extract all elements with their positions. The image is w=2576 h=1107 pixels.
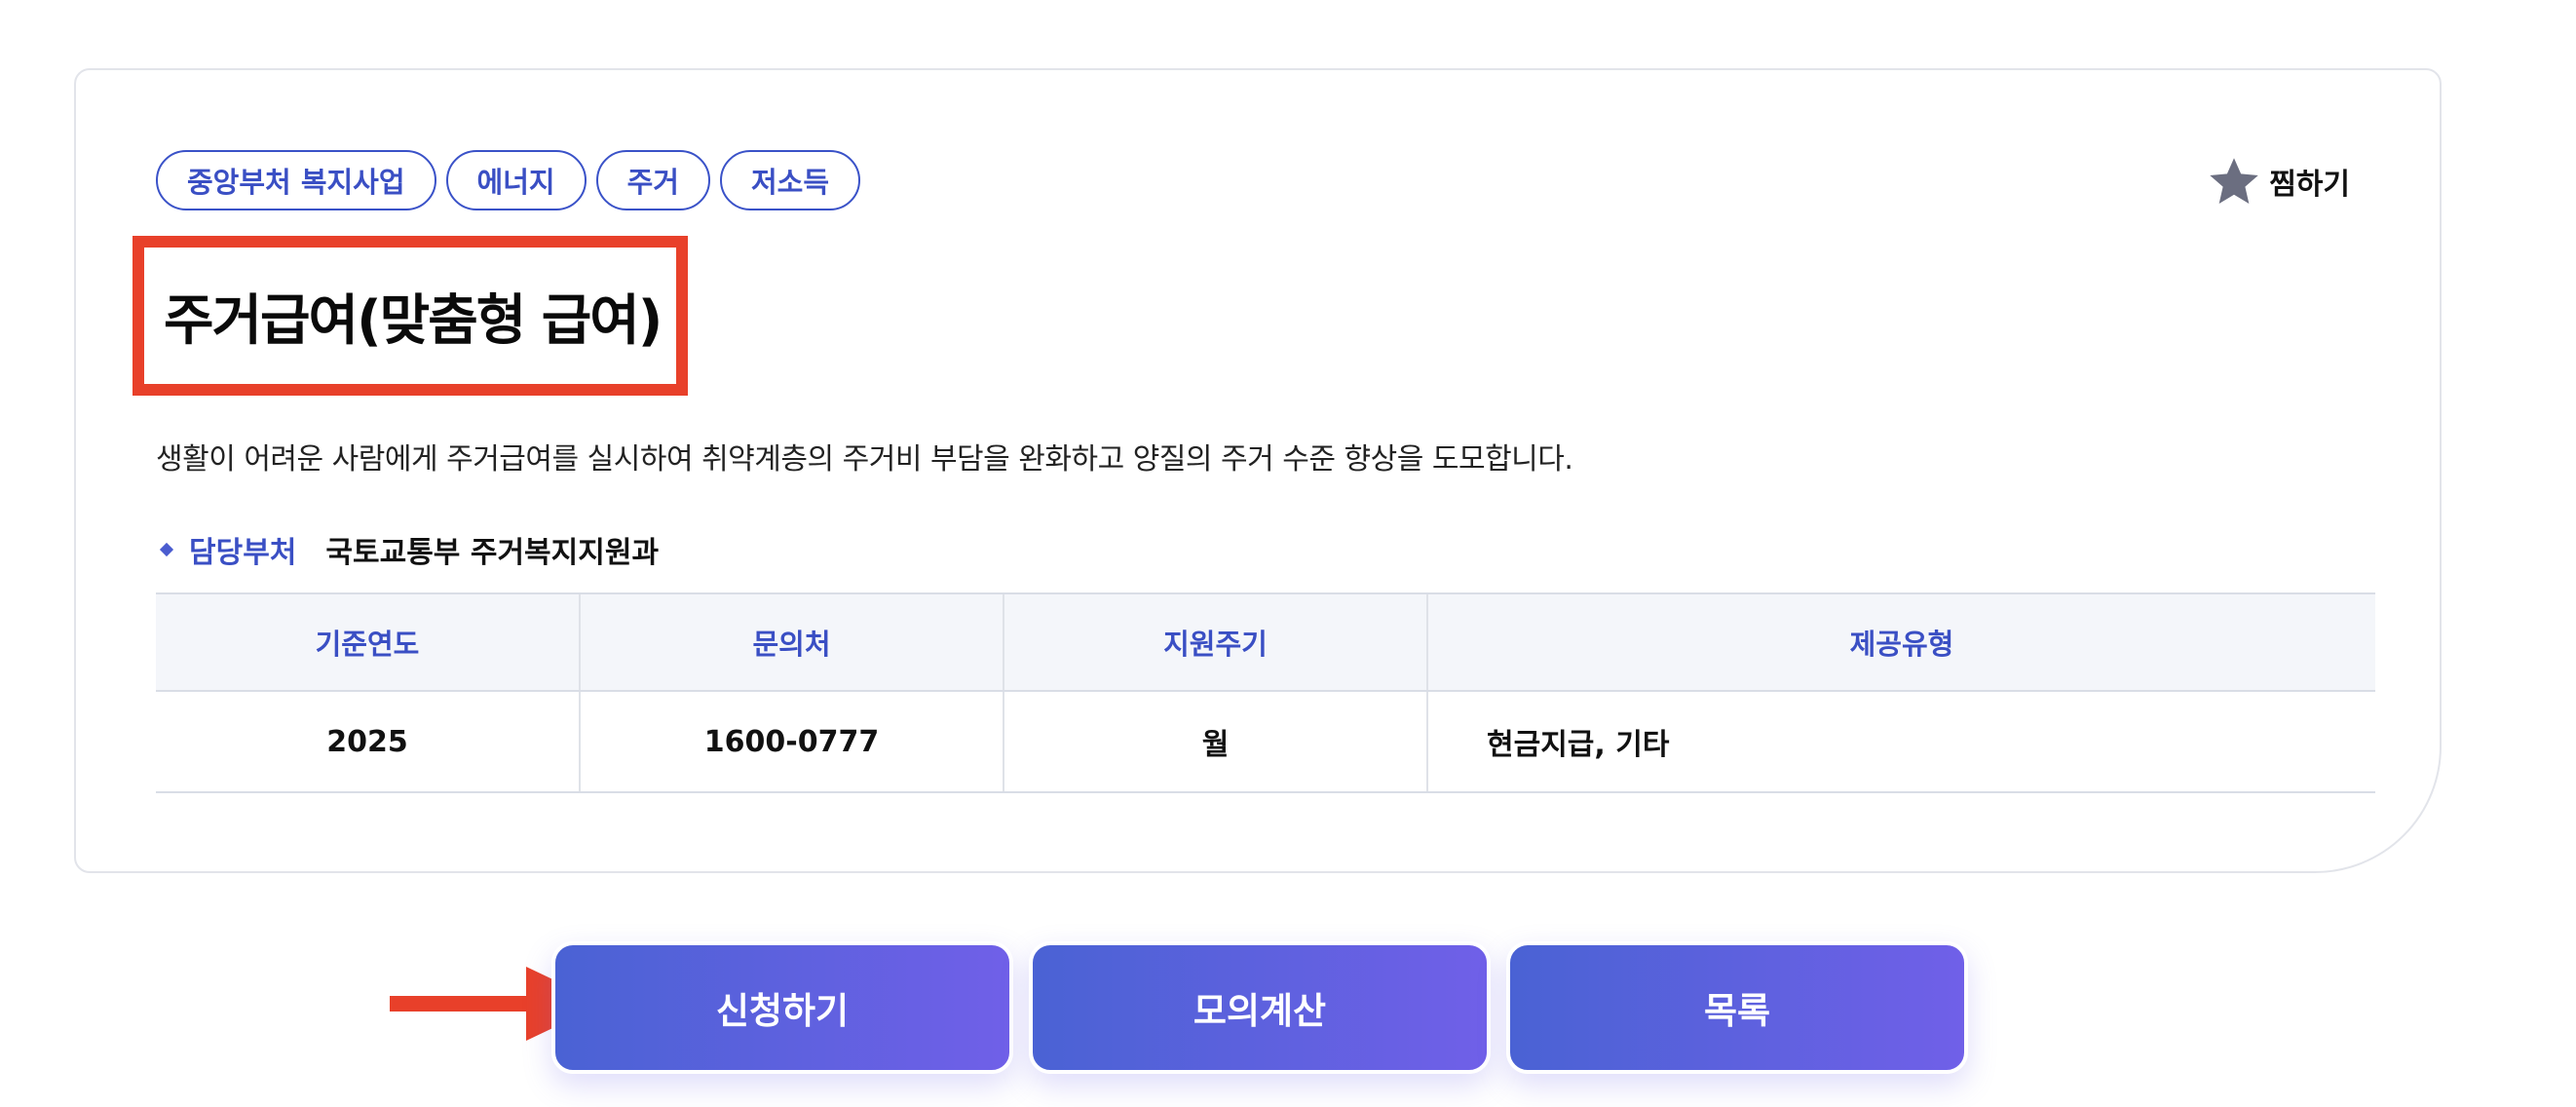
bookmark-label: 찜하기: [2269, 168, 2350, 202]
cell-support-cycle: 월: [1003, 691, 1427, 793]
title-highlight-box: 주거급여(맞춤형 급여): [133, 236, 688, 396]
tag-central-welfare[interactable]: 중앙부처 복지사업: [156, 150, 436, 210]
tag-energy[interactable]: 에너지: [445, 150, 587, 210]
benefit-description: 생활이 어려운 사람에게 주거급여를 실시하여 취약계층의 주거비 부담을 완화…: [156, 442, 1573, 477]
benefit-info-table: 기준연도 문의처 지원주기 제공유형 2025 1600-0777 월 현금지급…: [156, 592, 2375, 793]
cell-contact: 1600-0777: [579, 691, 1004, 793]
simulate-button[interactable]: 모의계산: [1029, 941, 1491, 1074]
category-tags: 중앙부처 복지사업 에너지 주거 저소득: [156, 150, 861, 210]
department-value: 국토교통부 주거복지지원과: [325, 536, 660, 570]
department-info: 담당부처 국토교통부 주거복지지원과: [156, 528, 659, 571]
table-header-row: 기준연도 문의처 지원주기 제공유형: [156, 592, 2375, 692]
header-base-year: 기준연도: [156, 592, 580, 692]
cell-provision-type: 현금지급, 기타: [1426, 691, 2375, 793]
tag-low-income[interactable]: 저소득: [719, 150, 861, 210]
department-label: 담당부처: [189, 536, 297, 570]
action-buttons: 신청하기 모의계산 목록: [551, 941, 1968, 1074]
header-support-cycle: 지원주기: [1003, 592, 1427, 692]
header-provision-type: 제공유형: [1426, 592, 2375, 692]
apply-button[interactable]: 신청하기: [551, 941, 1013, 1074]
list-button[interactable]: 목록: [1506, 941, 1968, 1074]
benefit-detail-card: 중앙부처 복지사업 에너지 주거 저소득 찜하기 주거급여(맞춤형 급여) 생활…: [74, 68, 2442, 873]
header-contact: 문의처: [579, 592, 1004, 692]
cell-base-year: 2025: [156, 691, 580, 793]
tag-housing[interactable]: 주거: [595, 150, 710, 210]
page-title: 주거급여(맞춤형 급여): [164, 288, 663, 353]
star-icon: [2207, 154, 2261, 209]
bookmark-button[interactable]: 찜하기: [2207, 152, 2350, 210]
table-row: 2025 1600-0777 월 현금지급, 기타: [156, 691, 2375, 793]
diamond-bullet-icon: [159, 542, 174, 557]
